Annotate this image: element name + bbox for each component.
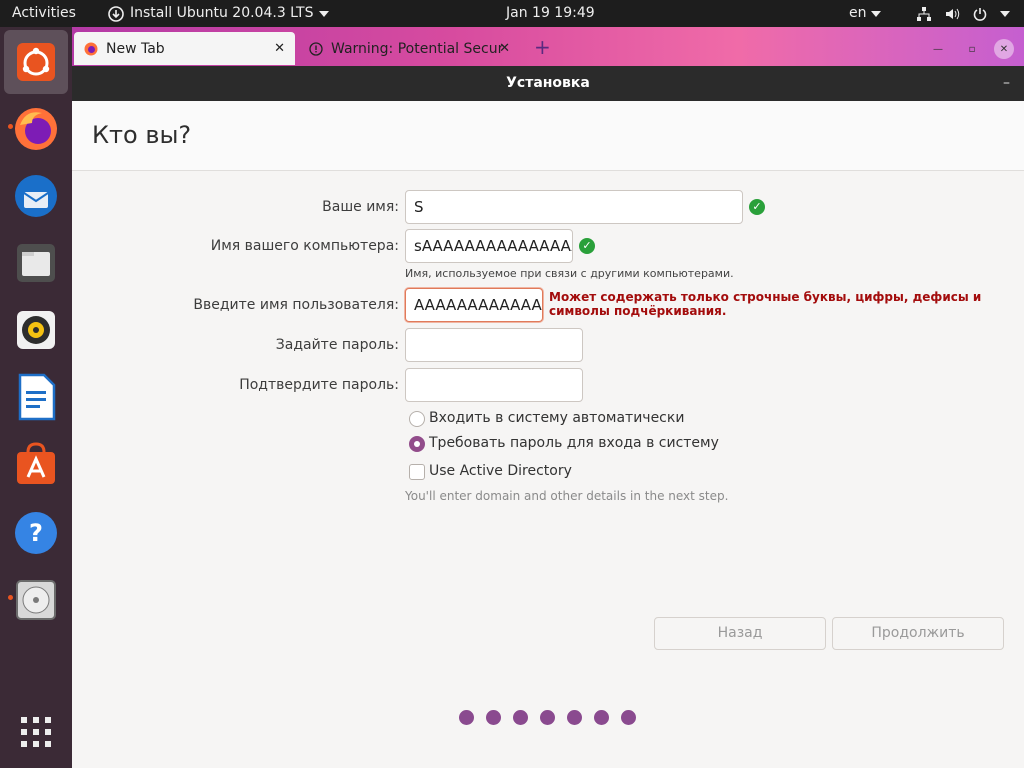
install-icon xyxy=(108,5,124,22)
clock[interactable]: Jan 19 19:49 xyxy=(506,0,595,27)
back-button[interactable]: Назад xyxy=(654,617,826,650)
active-directory-hint: You'll enter domain and other details in… xyxy=(405,489,729,503)
help-icon: ? xyxy=(15,512,57,554)
libreoffice-writer-launcher[interactable] xyxy=(4,365,68,429)
computer-name-hint: Имя, используемое при связи с другими ко… xyxy=(405,267,734,280)
minimize-icon[interactable]: — xyxy=(928,39,948,59)
ubiquity-installer-launcher[interactable] xyxy=(4,30,68,94)
app-menu[interactable]: Install Ubuntu 20.04.3 LTS xyxy=(108,0,330,27)
confirm-password-field[interactable] xyxy=(405,368,583,402)
computer-name-field[interactable]: sAAAAAAAAAAAAAAA xyxy=(405,229,573,263)
active-directory-label[interactable]: Use Active Directory xyxy=(429,463,572,479)
shopping-bag-icon xyxy=(17,442,55,484)
require-password-radio[interactable] xyxy=(409,436,425,452)
power-icon xyxy=(973,7,987,21)
help-launcher[interactable]: ? xyxy=(4,501,68,565)
installer-window: Кто вы? Ваше имя: S ✓ Имя вашего компьют… xyxy=(72,101,1024,768)
network-icon xyxy=(917,6,931,21)
firefox-launcher[interactable] xyxy=(4,97,68,161)
auto-login-label[interactable]: Входить в систему автоматически xyxy=(429,410,684,426)
progress-step-dot xyxy=(486,710,501,725)
thunderbird-icon xyxy=(15,175,57,217)
new-tab-button[interactable]: + xyxy=(534,35,551,59)
ubuntu-software-launcher[interactable] xyxy=(4,433,68,497)
folder-icon xyxy=(17,244,55,282)
close-icon[interactable]: ✕ xyxy=(274,41,285,56)
firefox-icon xyxy=(84,42,98,55)
installer-titlebar: Установка – xyxy=(72,66,1024,101)
activities-button[interactable]: Activities xyxy=(12,0,76,27)
progress-step-dot xyxy=(594,710,609,725)
continue-button[interactable]: Продолжить xyxy=(832,617,1004,650)
computer-name-label: Имя вашего компьютера: xyxy=(210,238,399,254)
disk-icon xyxy=(16,580,56,620)
active-directory-checkbox[interactable] xyxy=(409,464,425,480)
top-bar: Activities Install Ubuntu 20.04.3 LTS Ja… xyxy=(0,0,1024,27)
chevron-down-icon xyxy=(870,10,881,17)
minimize-icon[interactable]: – xyxy=(1003,66,1010,101)
progress-step-dot xyxy=(540,710,555,725)
running-indicator xyxy=(8,595,13,600)
valid-check-icon: ✓ xyxy=(749,199,765,215)
close-icon[interactable]: ✕ xyxy=(499,41,510,56)
progress-step-dot xyxy=(567,710,582,725)
auto-login-radio[interactable] xyxy=(409,411,425,427)
rhythmbox-launcher[interactable] xyxy=(4,298,68,362)
tab-new-tab[interactable]: New Tab ✕ xyxy=(74,32,295,65)
chevron-down-icon xyxy=(319,10,330,17)
thunderbird-launcher[interactable] xyxy=(4,164,68,228)
disk-launcher[interactable] xyxy=(4,568,68,632)
username-field[interactable]: AAAAAAAAAAAA| xyxy=(405,288,543,322)
maximize-icon[interactable]: ▫ xyxy=(962,39,982,59)
system-menu[interactable] xyxy=(916,0,1010,27)
chevron-down-icon xyxy=(1000,10,1010,17)
password-label: Задайте пароль: xyxy=(275,337,399,353)
running-indicator xyxy=(8,124,13,129)
tab-label: New Tab xyxy=(106,40,165,57)
window-title: Установка xyxy=(506,75,590,91)
your-name-label: Ваше имя: xyxy=(322,199,399,215)
volume-icon xyxy=(946,8,960,19)
require-password-label[interactable]: Требовать пароль для входа в систему xyxy=(429,435,719,451)
progress-step-dot xyxy=(513,710,528,725)
app-grid-icon xyxy=(21,717,51,747)
header: Кто вы? xyxy=(72,101,1024,171)
language-indicator[interactable]: en xyxy=(849,0,881,27)
firefox-icon xyxy=(15,108,57,150)
files-launcher[interactable] xyxy=(4,231,68,295)
password-field[interactable] xyxy=(405,328,583,362)
tab-label: Warning: Potential Secur xyxy=(331,40,504,57)
confirm-password-label: Подтвердите пароль: xyxy=(239,377,399,393)
speaker-icon xyxy=(17,311,55,349)
progress-step-dot xyxy=(459,710,474,725)
close-window-icon[interactable]: ✕ xyxy=(994,39,1014,59)
show-applications-button[interactable] xyxy=(4,700,68,764)
dock: ? xyxy=(0,27,72,768)
username-label: Введите имя пользователя: xyxy=(193,297,399,313)
svg-text:?: ? xyxy=(29,519,43,547)
app-menu-label: Install Ubuntu 20.04.3 LTS xyxy=(130,5,314,21)
progress-step-dot xyxy=(621,710,636,725)
username-error: Может содержать только строчные буквы, ц… xyxy=(549,290,982,318)
your-name-field[interactable]: S xyxy=(405,190,743,224)
valid-check-icon: ✓ xyxy=(579,238,595,254)
page-title: Кто вы? xyxy=(92,121,192,149)
language-label: en xyxy=(849,5,867,21)
document-icon xyxy=(18,373,56,421)
ubuntu-installer-icon xyxy=(17,43,55,81)
tab-warning[interactable]: Warning: Potential Secur ✕ xyxy=(299,32,520,65)
warning-icon xyxy=(309,41,323,56)
